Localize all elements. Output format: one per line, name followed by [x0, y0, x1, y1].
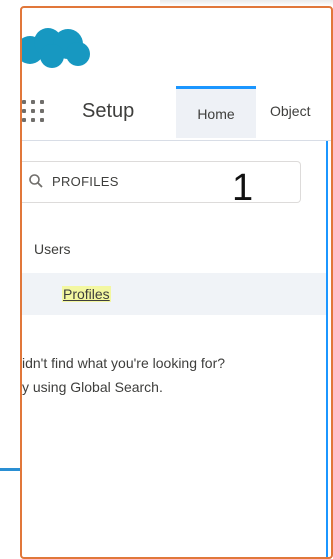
- background-divider: [0, 468, 22, 471]
- tree-item-profiles-row[interactable]: Profiles: [22, 273, 326, 315]
- quick-find-value: PROFILES: [52, 174, 119, 189]
- setup-nav-bar: Setup Home Object: [22, 84, 331, 141]
- global-header: [22, 8, 331, 84]
- tab-home[interactable]: Home: [176, 86, 256, 138]
- app-launcher-grid-icon[interactable]: [22, 100, 48, 126]
- tree-item-users[interactable]: Users: [34, 241, 71, 257]
- app-title: Setup: [82, 100, 135, 122]
- setup-tree-panel: PROFILES 1 Users Profiles idn't find wha…: [22, 141, 328, 557]
- search-icon: [29, 174, 43, 188]
- annotation-frame: Setup Home Object PROFILES 1 Users Profi…: [20, 6, 333, 559]
- tree-item-profiles-link[interactable]: Profiles: [62, 286, 111, 302]
- background-strip: [0, 0, 20, 557]
- global-search-help-text: y using Global Search.: [22, 379, 163, 395]
- quick-find-input[interactable]: PROFILES: [22, 161, 301, 203]
- tab-object-manager[interactable]: Object: [270, 103, 310, 119]
- no-results-help-text: idn't find what you're looking for?: [22, 355, 226, 371]
- tab-home-label: Home: [197, 106, 235, 122]
- salesforce-cloud-icon[interactable]: [22, 26, 92, 70]
- annotation-step-number: 1: [232, 167, 254, 209]
